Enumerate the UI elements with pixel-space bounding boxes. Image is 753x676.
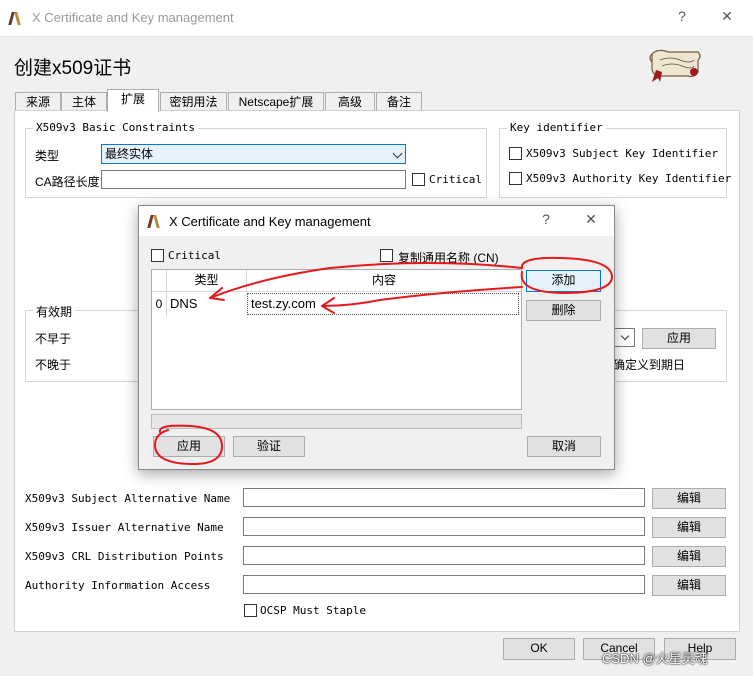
san-label: X509v3 Subject Alternative Name [25, 492, 231, 505]
verify-button[interactable]: 验证 [233, 436, 305, 457]
basic-constraints-legend: X509v3 Basic Constraints [33, 121, 198, 134]
column-header-type[interactable]: 类型 [167, 270, 247, 292]
tab-key-usage[interactable]: 密钥用法 [160, 92, 227, 111]
dialog-cancel-button[interactable]: 取消 [527, 436, 601, 457]
ian-edit-button[interactable]: 编辑 [652, 517, 726, 538]
title-bar: X Certificate and Key management ? ✕ [0, 0, 753, 37]
subject-key-id-label: X509v3 Subject Key Identifier [526, 147, 719, 160]
help-button[interactable]: ? [670, 8, 694, 28]
crl-edit-button[interactable]: 编辑 [652, 546, 726, 567]
validity-legend: 有效期 [33, 303, 76, 320]
validation-progress-bar [151, 414, 522, 429]
tab-subject[interactable]: 主体 [61, 92, 107, 111]
authority-key-id-label: X509v3 Authority Key Identifier [526, 172, 732, 185]
type-select-value: 最终实体 [105, 147, 154, 161]
crl-label: X509v3 CRL Distribution Points [25, 550, 224, 563]
critical-checkbox[interactable] [412, 173, 425, 186]
page-title: 创建x509证书 [14, 58, 132, 79]
end-date-label: 确定义到期日 [613, 358, 686, 372]
key-identifier-legend: Key identifier [507, 121, 606, 134]
crl-input[interactable] [243, 546, 645, 565]
alt-name-table: 类型 内容 0 DNS test.zy.com [151, 269, 522, 410]
authority-key-id-checkbox[interactable] [509, 172, 522, 185]
san-input[interactable] [243, 488, 645, 507]
tab-source[interactable]: 来源 [15, 92, 61, 111]
window-title: X Certificate and Key management [32, 10, 234, 25]
chevron-down-icon [392, 148, 403, 159]
not-before-label: 不早于 [35, 332, 72, 346]
dialog-app-logo-icon [149, 214, 163, 228]
aia-input[interactable] [243, 575, 645, 594]
copy-cn-label: 复制通用名称 (CN) [398, 251, 499, 265]
not-after-label: 不晚于 [35, 358, 72, 372]
subject-key-id-checkbox[interactable] [509, 147, 522, 160]
dialog-title-bar: X Certificate and Key management ? ✕ [139, 206, 614, 236]
close-icon[interactable]: ✕ [715, 8, 739, 28]
key-identifier-group [499, 128, 727, 198]
delete-button[interactable]: 删除 [526, 300, 601, 321]
san-editor-dialog: X Certificate and Key management ? ✕ Cri… [138, 205, 615, 470]
chevron-down-icon [620, 331, 630, 341]
dialog-critical-label: Critical [168, 249, 221, 262]
tab-extensions[interactable]: 扩展 [107, 89, 159, 112]
ocsp-label: OCSP Must Staple [260, 604, 366, 617]
column-header-content[interactable]: 内容 [247, 270, 521, 292]
ok-button[interactable]: OK [503, 638, 575, 660]
ian-label: X509v3 Issuer Alternative Name [25, 521, 224, 534]
dialog-critical-checkbox[interactable] [151, 249, 164, 262]
dialog-title: X Certificate and Key management [169, 214, 371, 229]
san-edit-button[interactable]: 编辑 [652, 488, 726, 509]
row-index: 0 [152, 292, 167, 316]
copy-cn-checkbox[interactable] [380, 249, 393, 262]
validity-apply-button[interactable]: 应用 [642, 328, 716, 349]
add-button[interactable]: 添加 [526, 270, 601, 292]
critical-label: Critical [429, 173, 482, 186]
dialog-close-icon[interactable]: ✕ [579, 211, 603, 231]
app-logo-icon [10, 11, 24, 25]
dialog-apply-button[interactable]: 应用 [153, 436, 225, 457]
path-length-label: CA路径长度 [35, 175, 100, 189]
table-row[interactable]: 0 DNS test.zy.com [152, 292, 521, 316]
watermark: CSDN @火星灵魂 [602, 651, 708, 666]
aia-label: Authority Information Access [25, 579, 211, 592]
ocsp-checkbox[interactable] [244, 604, 257, 617]
type-label: 类型 [35, 149, 60, 163]
dialog-help-button[interactable]: ? [534, 211, 558, 231]
row-type[interactable]: DNS [170, 292, 197, 316]
type-select[interactable]: 最终实体 [101, 144, 406, 164]
table-corner [152, 270, 167, 292]
row-content[interactable]: test.zy.com [247, 293, 519, 315]
path-length-input[interactable] [101, 170, 406, 189]
ian-input[interactable] [243, 517, 645, 536]
scroll-logo-icon [649, 49, 701, 82]
tab-comment[interactable]: 备注 [376, 92, 422, 111]
aia-edit-button[interactable]: 编辑 [652, 575, 726, 596]
tab-netscape[interactable]: Netscape扩展 [228, 92, 324, 111]
tab-advanced[interactable]: 高级 [325, 92, 375, 111]
